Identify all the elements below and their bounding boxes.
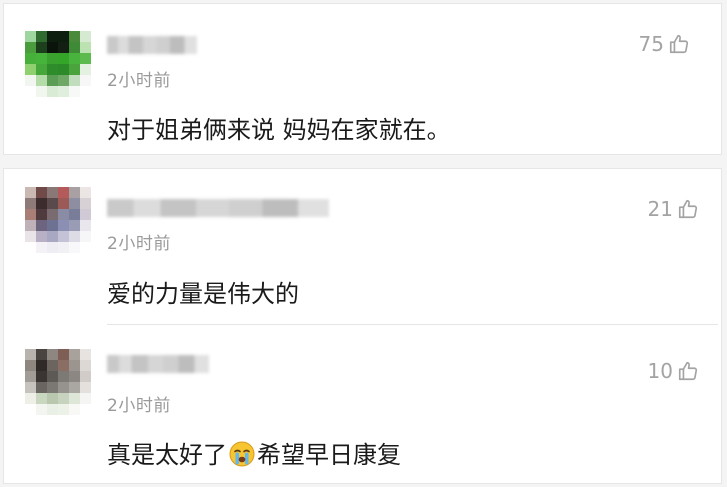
thumbs-up-icon [669, 34, 689, 54]
comment-text-part: 希望早日康复 [257, 441, 401, 469]
like-count: 21 [647, 197, 673, 221]
avatar[interactable] [25, 349, 91, 415]
like-count: 75 [638, 32, 664, 56]
comment-time: 2小时前 [107, 234, 171, 254]
crying-face-emoji-icon [229, 441, 255, 467]
thumbs-up-icon [678, 361, 698, 381]
avatar[interactable] [25, 187, 91, 253]
comment-text-part: 真是太好了 [107, 441, 227, 469]
like-button[interactable]: 21 [648, 197, 699, 221]
username-blurred[interactable] [107, 355, 209, 373]
comment-time: 2小时前 [107, 396, 171, 416]
comment-item: 2小时前 75 对于姐弟俩来说 妈妈在家就在。 [4, 4, 721, 154]
like-button[interactable]: 75 [639, 32, 690, 56]
comment-text: 对于姐弟俩来说 妈妈在家就在。 [107, 116, 451, 144]
avatar[interactable] [25, 31, 91, 97]
comment-time: 2小时前 [107, 71, 171, 91]
comment-text: 真是太好了 希望早日康复 [107, 435, 401, 470]
username-blurred[interactable] [107, 36, 197, 54]
like-button[interactable]: 10 [648, 359, 699, 383]
like-count: 10 [647, 359, 673, 383]
comment-item: 2小时前 21 爱的力量是伟大的 [4, 169, 721, 325]
comment-card: 2小时前 75 对于姐弟俩来说 妈妈在家就在。 [3, 3, 722, 155]
comment-card: 2小时前 21 爱的力量是伟大的 2小时前 10 真是太好了 希望早日康复 [3, 168, 722, 484]
comment-item: 2小时前 10 真是太好了 希望早日康复 [4, 325, 721, 483]
username-blurred[interactable] [107, 199, 329, 217]
comment-text: 爱的力量是伟大的 [107, 280, 299, 308]
thumbs-up-icon [678, 199, 698, 219]
